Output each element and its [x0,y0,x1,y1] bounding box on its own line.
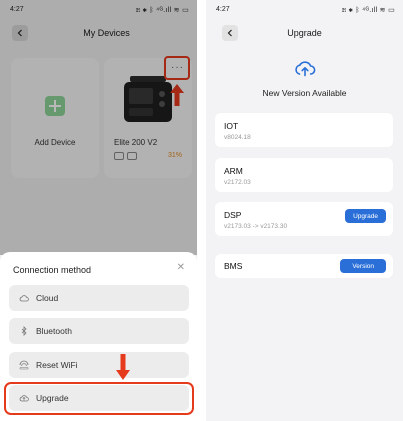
firmware-card-iot: IOT v8024.18 [215,113,393,147]
dim-overlay [0,0,197,255]
firmware-name: IOT [224,121,239,131]
bluetooth-icon [19,326,29,336]
firmware-version: v8024.18 [224,134,251,141]
close-icon[interactable]: ✕ [177,262,185,273]
upgrade-button[interactable]: Upgrade [345,209,386,223]
annotation-arrow-down-icon [116,354,130,380]
option-cloud[interactable]: Cloud [9,285,189,311]
annotation-highlight-box [4,382,194,415]
left-phone-screen: 4:27 ℍ ✱ ᛒ ⁴ᴳ.ıll ≋ ▭ My Devices Add Dev… [0,0,197,421]
firmware-card-dsp: DSP v2173.03 -> v2173.30 Upgrade [215,202,393,236]
back-button[interactable] [222,25,238,41]
cloud-upload-icon [295,61,316,77]
page-title: Upgrade [287,28,322,38]
option-label: Bluetooth [36,326,72,336]
reset-wifi-icon [19,360,29,370]
right-phone-screen: 4:27 ℍ ✱ ᛒ ⁴ᴳ.ıll ≋ ▭ Upgrade New Versio… [206,0,403,421]
firmware-name: ARM [224,166,243,176]
status-icons: ℍ ✱ ᛒ ⁴ᴳ.ıll ≋ ▭ [341,7,395,14]
connection-method-sheet: Connection method ✕ Cloud Bluetooth Rese… [0,252,197,421]
firmware-name: BMS [224,261,243,271]
firmware-card-bms: BMS Version [215,254,393,278]
option-reset-wifi[interactable]: Reset WiFi [9,352,189,378]
status-bar: 4:27 ℍ ✱ ᛒ ⁴ᴳ.ıll ≋ ▭ [216,6,395,16]
firmware-version: v2173.03 -> v2173.30 [224,223,288,230]
chevron-left-icon [227,29,232,37]
new-version-headline: New Version Available [262,88,347,98]
option-label: Cloud [36,293,59,303]
firmware-version: v2172.03 [224,179,251,186]
version-button[interactable]: Version [340,259,386,273]
sheet-title: Connection method [13,265,92,275]
status-time: 4:27 [216,6,230,13]
firmware-card-arm: ARM v2172.03 [215,158,393,192]
option-bluetooth[interactable]: Bluetooth [9,318,189,344]
option-label: Reset WiFi [36,360,78,370]
cloud-icon [19,293,29,303]
firmware-name: DSP [224,210,242,220]
